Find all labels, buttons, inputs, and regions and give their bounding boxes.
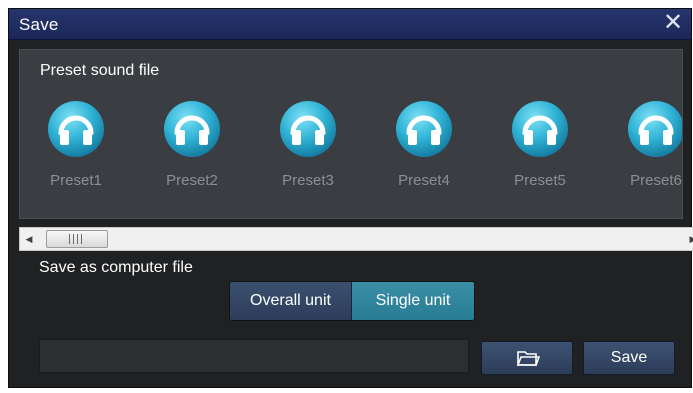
headphones-icon bbox=[628, 101, 682, 157]
arrow-left-icon[interactable]: ◀ bbox=[24, 233, 34, 245]
arrow-right-icon[interactable]: ▶ bbox=[688, 233, 693, 245]
headphones-icon bbox=[48, 101, 104, 157]
computer-section-label: Save as computer file bbox=[39, 259, 193, 276]
save-button[interactable]: Save bbox=[583, 341, 675, 375]
single-unit-button[interactable]: Single unit bbox=[352, 282, 474, 320]
unit-toggle: Overall unit Single unit bbox=[229, 281, 475, 321]
window-title: Save bbox=[19, 15, 59, 34]
scrollbar-thumb[interactable] bbox=[46, 230, 108, 248]
preset-label: Preset3 bbox=[282, 172, 334, 189]
preset-label: Preset5 bbox=[514, 172, 566, 189]
folder-icon bbox=[516, 351, 540, 366]
close-icon: ✕ bbox=[662, 9, 684, 36]
grip-icon bbox=[69, 234, 85, 244]
close-button[interactable]: ✕ bbox=[661, 11, 685, 35]
headphones-icon bbox=[164, 101, 220, 157]
computer-file-panel: Save as computer file Overall unit Singl… bbox=[19, 259, 683, 379]
headphones-icon bbox=[280, 101, 336, 157]
preset-item-2[interactable]: Preset2 bbox=[152, 100, 232, 200]
save-dialog: Save ✕ Preset sound file Preset1 Preset2… bbox=[8, 8, 693, 388]
preset-label: Preset4 bbox=[398, 172, 450, 189]
file-path-field[interactable] bbox=[39, 339, 469, 373]
preset-item-4[interactable]: Preset4 bbox=[384, 100, 464, 200]
headphones-icon bbox=[396, 101, 452, 157]
preset-label: Preset6 bbox=[630, 172, 682, 189]
preset-panel: Preset sound file Preset1 Preset2 Preset… bbox=[19, 49, 683, 219]
preset-item-1[interactable]: Preset1 bbox=[36, 100, 116, 200]
preset-label: Preset2 bbox=[166, 172, 218, 189]
preset-item-5[interactable]: Preset5 bbox=[500, 100, 580, 200]
title-bar: Save ✕ bbox=[9, 9, 691, 40]
preset-item-6[interactable]: Preset6 bbox=[616, 100, 682, 200]
horizontal-scrollbar[interactable]: ◀ ▶ bbox=[19, 227, 693, 251]
headphones-icon bbox=[512, 101, 568, 157]
overall-unit-button[interactable]: Overall unit bbox=[230, 282, 352, 320]
preset-section-label: Preset sound file bbox=[40, 62, 160, 79]
preset-label: Preset1 bbox=[50, 172, 102, 189]
browse-button[interactable] bbox=[481, 341, 573, 375]
preset-item-3[interactable]: Preset3 bbox=[268, 100, 348, 200]
